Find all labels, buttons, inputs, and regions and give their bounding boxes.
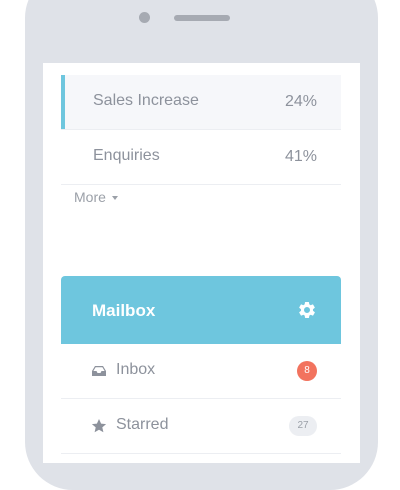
stat-row-enquiries[interactable]: Enquiries 41%	[61, 130, 341, 185]
mailbox-item-label: Starred	[116, 416, 169, 433]
camera-dot	[139, 12, 150, 23]
mailbox-item-starred[interactable]: Starred 27	[61, 399, 341, 454]
phone-screen: Sales Increase 24% Enquiries 41% More Ma…	[43, 63, 360, 463]
stat-label: Enquiries	[93, 147, 160, 164]
more-label: More	[74, 189, 106, 205]
gear-icon[interactable]	[297, 300, 317, 320]
unread-count-badge: 8	[297, 361, 317, 381]
mailbox-title: Mailbox	[92, 301, 156, 320]
speaker-grille	[174, 15, 230, 21]
mailbox-item-inbox[interactable]: Inbox 8	[61, 344, 341, 399]
caret-down-icon	[111, 195, 118, 200]
stat-row-sales-increase[interactable]: Sales Increase 24%	[61, 75, 341, 130]
mailbox-header: Mailbox	[61, 276, 341, 344]
stats-list: Sales Increase 24% Enquiries 41%	[61, 75, 341, 185]
stat-label: Sales Increase	[93, 92, 199, 109]
stat-value: 41%	[284, 148, 317, 165]
star-icon	[91, 419, 107, 433]
inbox-icon	[92, 366, 106, 376]
count-badge: 27	[289, 416, 317, 436]
mailbox-panel: Mailbox Inbox 8 Starred 27	[61, 276, 341, 454]
more-dropdown-button[interactable]: More	[74, 189, 118, 205]
mailbox-item-label: Inbox	[116, 361, 156, 378]
stat-value: 24%	[284, 93, 317, 110]
